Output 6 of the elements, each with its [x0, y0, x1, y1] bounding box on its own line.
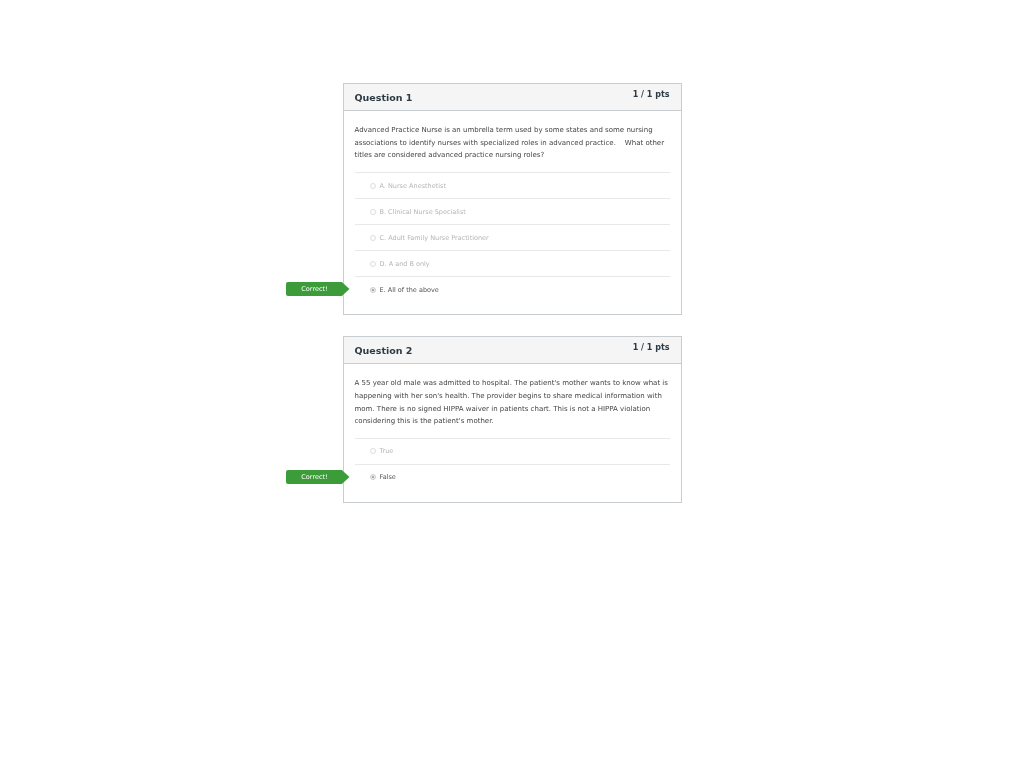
question-title: Question 1 — [354, 91, 413, 105]
points-label: 1 / 1 pts — [632, 89, 670, 101]
question-title: Question 2 — [354, 344, 413, 359]
radio-button[interactable] — [369, 286, 376, 293]
points-label: 1 / 1 pts — [632, 342, 670, 355]
radio-button[interactable] — [369, 474, 376, 481]
